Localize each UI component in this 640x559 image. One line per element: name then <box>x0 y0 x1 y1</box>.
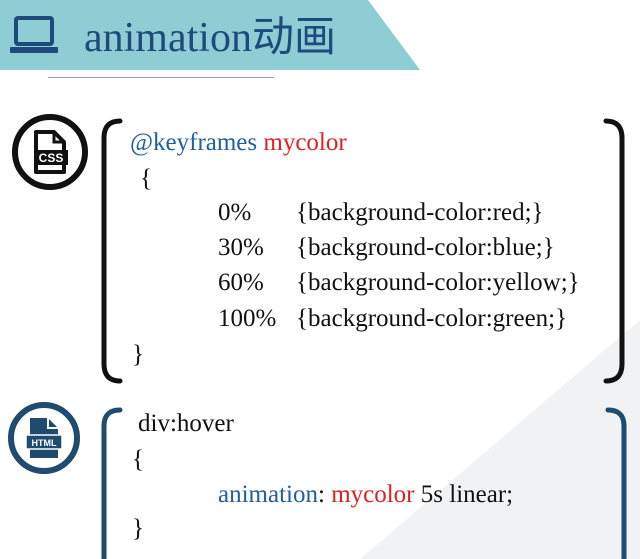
html-close-brace: } <box>132 515 144 542</box>
selector-line: div:hover <box>138 410 234 437</box>
animation-value-name: mycolor <box>331 481 415 508</box>
html-file-icon: HTML <box>8 402 80 474</box>
animation-declaration: animation: mycolor 5s linear; <box>218 480 513 510</box>
title-underline <box>48 77 274 78</box>
keyframe-percent-100: 100% <box>218 305 277 332</box>
laptop-icon <box>10 16 58 53</box>
keyframe-rule-100: {background-color:green;} <box>296 305 568 332</box>
animation-value-rest: 5s linear; <box>420 481 514 508</box>
animation-name: mycolor <box>263 129 347 156</box>
keyframe-percent-0: 0% <box>218 199 252 226</box>
keyframe-rule-30: {background-color:blue;} <box>296 234 555 261</box>
at-rule-keyword: @keyframes <box>130 129 258 156</box>
keyframes-line: @keyframes mycolor <box>130 128 347 158</box>
declaration-colon: : <box>317 481 325 508</box>
css-open-brace: { <box>140 165 152 192</box>
keyframe-rule-60: {background-color:yellow;} <box>296 269 580 296</box>
css-file-icon: CSS <box>12 114 88 190</box>
page-title: animation动画 <box>84 15 336 61</box>
css-close-brace: } <box>132 341 144 368</box>
css-icon-label: CSS <box>39 151 64 165</box>
keyframe-percent-60: 60% <box>218 269 264 296</box>
keyframe-rule-0: {background-color:red;} <box>296 199 544 226</box>
animation-property: animation <box>218 481 318 508</box>
html-icon-label: HTML <box>32 438 57 448</box>
keyframe-percent-30: 30% <box>218 234 264 261</box>
html-open-brace: { <box>132 446 144 473</box>
